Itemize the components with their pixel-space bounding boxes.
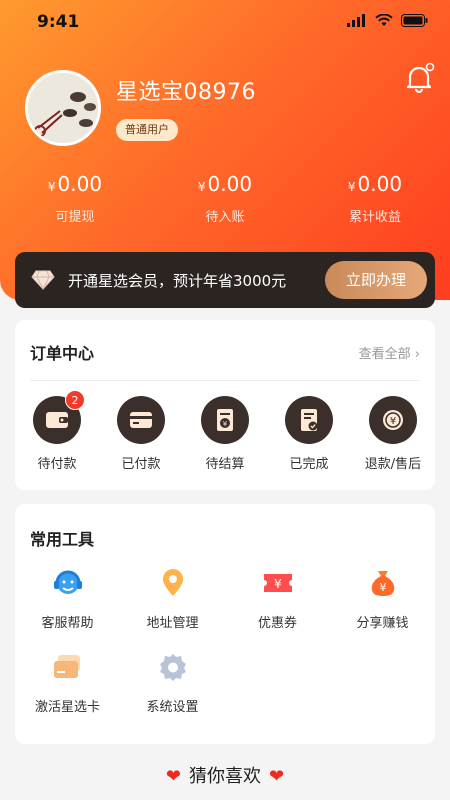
wifi-icon: [375, 14, 393, 26]
tool-label: 分享赚钱: [356, 616, 409, 631]
tool-activate-card[interactable]: 激活星选卡: [15, 650, 120, 734]
diamond-icon: [31, 269, 55, 295]
order-pending-settlement[interactable]: ¥ 待结算: [183, 396, 267, 472]
order-label: 已完成: [289, 457, 329, 472]
money-bag-icon: ¥: [366, 566, 400, 600]
pending-payment-badge: 2: [65, 390, 85, 410]
tools-grid: 客服帮助 地址管理 ¥ 优惠券 ¥ 分享赚钱 激活星选卡 系统设置: [15, 566, 435, 734]
order-status-row: 2 待付款 已付款 ¥ 待结算 已完成 ¥ 退款/售后: [15, 390, 435, 472]
order-completed[interactable]: 已完成: [267, 396, 351, 472]
tool-address[interactable]: 地址管理: [120, 566, 225, 650]
member-card-icon: [51, 650, 85, 684]
stat-label: 累计收益: [348, 210, 401, 225]
headset-icon: [51, 566, 85, 600]
svg-text:¥: ¥: [223, 420, 228, 428]
svg-text:¥: ¥: [274, 577, 282, 591]
currency-symbol: ¥: [197, 180, 206, 194]
vip-promo-text: 开通星选会员，预计年省3000元: [68, 272, 287, 290]
chevron-right-icon: ›: [414, 347, 420, 362]
tool-share-earn[interactable]: ¥ 分享赚钱: [330, 566, 435, 650]
svg-text:¥: ¥: [390, 416, 396, 427]
location-icon: [156, 566, 190, 600]
order-center-title: 订单中心: [30, 344, 95, 363]
tool-label: 系统设置: [146, 700, 199, 715]
guess-title: 猜你喜欢: [189, 766, 261, 787]
tool-label: 优惠券: [257, 616, 297, 631]
stat-value: 0.00: [207, 172, 253, 196]
earnings-stats: ¥0.00 可提现 ¥0.00 待入账 ¥0.00 累计收益: [0, 172, 450, 225]
avatar[interactable]: [25, 70, 101, 146]
currency-symbol: ¥: [347, 180, 356, 194]
svg-text:¥: ¥: [379, 581, 386, 594]
order-label: 已付款: [121, 457, 161, 472]
vip-apply-button[interactable]: 立即办理: [325, 261, 427, 299]
settings-icon: [156, 650, 190, 684]
tool-customer-service[interactable]: 客服帮助: [15, 566, 120, 650]
coupon-icon: ¥: [261, 566, 295, 600]
order-label: 待结算: [205, 457, 245, 472]
status-time: 9:41: [37, 12, 80, 32]
heart-icon: ❤: [165, 766, 181, 787]
order-pending-payment[interactable]: 2 待付款: [15, 390, 99, 472]
stat-withdrawable[interactable]: ¥0.00 可提现: [0, 172, 150, 225]
bill-icon: ¥: [201, 396, 249, 444]
stat-pending[interactable]: ¥0.00 待入账: [150, 172, 300, 225]
status-icons: [347, 14, 428, 27]
stat-value: 0.00: [57, 172, 103, 196]
guess-you-like-heading: ❤ 猜你喜欢 ❤: [0, 762, 450, 788]
heart-icon: ❤: [269, 766, 285, 787]
tool-coupons[interactable]: ¥ 优惠券: [225, 566, 330, 650]
order-label: 退款/售后: [364, 457, 422, 472]
notification-button[interactable]: [405, 62, 435, 94]
tool-settings[interactable]: 系统设置: [120, 650, 225, 734]
stat-label: 待入账: [205, 210, 245, 225]
divider: [30, 380, 420, 381]
order-refund[interactable]: ¥ 退款/售后: [351, 396, 435, 472]
tools-card: 常用工具 客服帮助 地址管理 ¥ 优惠券 ¥ 分享赚钱 激活星选卡 系统设置: [15, 504, 435, 744]
vip-banner[interactable]: 开通星选会员，预计年省3000元 立即办理: [15, 252, 435, 308]
tool-label: 客服帮助: [41, 616, 94, 631]
tools-title: 常用工具: [30, 530, 95, 549]
refund-icon: ¥: [369, 396, 417, 444]
done-doc-icon: [285, 396, 333, 444]
battery-icon: [401, 14, 428, 27]
order-paid[interactable]: 已付款: [99, 396, 183, 472]
signal-icon: [347, 14, 365, 27]
card-icon: [117, 396, 165, 444]
order-center-card: 订单中心 查看全部 › 2 待付款 已付款 ¥ 待结算 已完成 ¥ 退款/售后: [15, 320, 435, 490]
view-all-orders-link[interactable]: 查看全部 ›: [359, 343, 420, 362]
stat-total-earnings[interactable]: ¥0.00 累计收益: [300, 172, 450, 225]
tool-label: 激活星选卡: [34, 700, 100, 715]
status-bar: 9:41: [0, 0, 450, 46]
tool-label: 地址管理: [146, 616, 199, 631]
order-label: 待付款: [37, 457, 77, 472]
stat-label: 可提现: [55, 210, 95, 225]
username: 星选宝08976: [116, 80, 256, 105]
stat-value: 0.00: [357, 172, 403, 196]
currency-symbol: ¥: [47, 180, 56, 194]
user-level-badge: 普通用户: [116, 119, 178, 141]
bell-icon: [406, 62, 435, 94]
